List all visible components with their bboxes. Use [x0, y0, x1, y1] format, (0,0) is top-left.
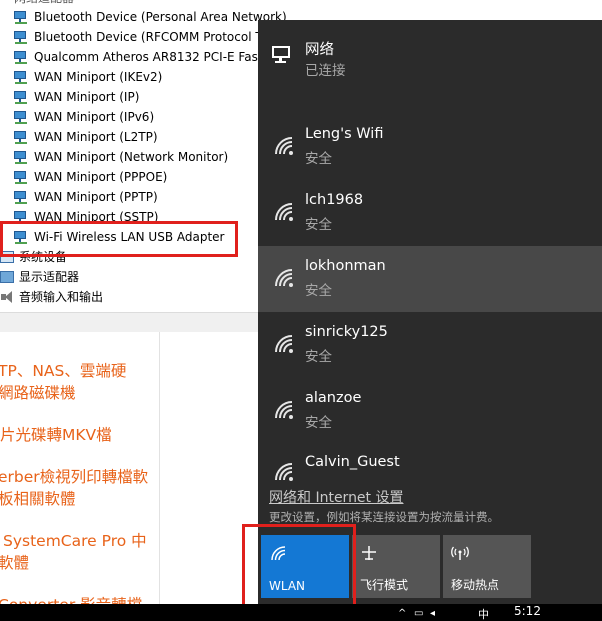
- wifi-name: Leng's Wifi: [305, 126, 384, 142]
- tray-chevron-icon[interactable]: ^: [398, 608, 406, 619]
- network-adapter-icon: [13, 30, 29, 44]
- device-manager-status-strip: [0, 312, 258, 332]
- web-link[interactable]: 板相關軟體: [0, 488, 76, 510]
- tree-item-adapter[interactable]: WAN Miniport (L2TP): [13, 127, 158, 147]
- wifi-network-item[interactable]: Leng's Wifi 安全: [258, 114, 602, 180]
- wifi-name: sinricky125: [305, 324, 388, 340]
- tree-item-adapter[interactable]: WAN Miniport (IKEv2): [13, 67, 162, 87]
- adapter-label: WAN Miniport (PPTP): [34, 190, 158, 204]
- network-adapter-icon: [13, 190, 29, 204]
- web-page-fragment: TP、NAS、雲端硬 網路磁碟機 片光碟轉MKV檔 erber檢視列印轉檔軟 板…: [0, 332, 258, 614]
- taskbar: ^ ▭ ◂ 中 5:12: [0, 604, 602, 621]
- tree-item-adapter[interactable]: WAN Miniport (PPPOE): [13, 167, 167, 187]
- tile-label: 移动热点: [451, 578, 500, 592]
- taskbar-clock[interactable]: 5:12: [514, 604, 541, 619]
- wired-status: 已连接: [305, 63, 346, 79]
- tray-volume-icon[interactable]: ◂: [430, 608, 435, 619]
- wifi-network-item[interactable]: Calvin_Guest: [258, 444, 602, 484]
- adapter-label: WAN Miniport (L2TP): [34, 130, 158, 144]
- web-link[interactable]: 軟體: [0, 552, 29, 574]
- highlight-box-adapter: [0, 221, 238, 257]
- tree-item-adapter[interactable]: Qualcomm Atheros AR8132 PCI-E Fast: [13, 47, 263, 67]
- tree-item-adapter[interactable]: WAN Miniport (IPv6): [13, 107, 154, 127]
- wifi-name: lch1968: [305, 192, 364, 208]
- adapter-label: WAN Miniport (PPPOE): [34, 170, 168, 184]
- wired-connection[interactable]: 网络 已连接: [258, 30, 602, 86]
- tree-item-adapter[interactable]: Bluetooth Device (Personal Area Network): [13, 7, 287, 27]
- wifi-network-item[interactable]: lokhonman 安全: [258, 246, 602, 312]
- web-link[interactable]: 片光碟轉MKV檔: [0, 424, 112, 446]
- wifi-network-item[interactable]: lch1968 安全: [258, 180, 602, 246]
- tree-item-adapter[interactable]: WAN Miniport (IP): [13, 87, 139, 107]
- web-link[interactable]: 網路磁碟機: [0, 382, 76, 404]
- network-flyout: 网络 已连接 Leng's Wifi 安全 lch1968 安全 lokhonm…: [258, 20, 602, 604]
- display-adapter-icon: [0, 271, 14, 283]
- network-adapter-icon: [13, 130, 29, 144]
- speaker-icon: [0, 290, 14, 304]
- wifi-signal-icon: [275, 269, 293, 287]
- airplane-mode-tile[interactable]: 飞行模式: [352, 535, 440, 598]
- wifi-security: 安全: [305, 283, 332, 299]
- network-adapter-icon: [13, 50, 29, 64]
- network-adapter-icon: [13, 170, 29, 184]
- network-adapter-icon: [13, 70, 29, 84]
- wifi-name: lokhonman: [305, 258, 386, 274]
- adapter-label: Bluetooth Device (RFCOMM Protocol T: [34, 30, 263, 44]
- wifi-security: 安全: [305, 217, 332, 233]
- tree-item-adapter[interactable]: WAN Miniport (Network Monitor): [13, 147, 228, 167]
- wifi-network-item[interactable]: sinricky125 安全: [258, 312, 602, 378]
- category-label: 显示适配器: [19, 270, 80, 284]
- tree-item-adapter[interactable]: WAN Miniport (PPTP): [13, 187, 158, 207]
- wifi-security: 安全: [305, 151, 332, 167]
- network-settings-description: 更改设置，例如将某连接设置为按流量计费。: [269, 510, 499, 524]
- network-adapter-icon: [13, 90, 29, 104]
- web-link[interactable]: erber檢視列印轉檔軟: [0, 466, 148, 488]
- wifi-signal-icon: [275, 137, 293, 155]
- ime-indicator[interactable]: 中: [478, 606, 489, 621]
- device-manager-tree: 网络适配器 Bluetooth Device (Personal Area Ne…: [0, 0, 287, 312]
- wired-name: 网络: [305, 42, 334, 58]
- adapter-label: Qualcomm Atheros AR8132 PCI-E Fast: [34, 50, 263, 64]
- tree-item-audio[interactable]: 音频输入和输出: [0, 287, 103, 307]
- adapter-label: WAN Miniport (IPv6): [34, 110, 155, 124]
- adapter-label: Bluetooth Device (Personal Area Network): [34, 10, 287, 24]
- adapter-label: WAN Miniport (IKEv2): [34, 70, 163, 84]
- adapter-label: WAN Miniport (IP): [34, 90, 140, 104]
- wifi-network-item[interactable]: alanzoe 安全: [258, 378, 602, 444]
- wifi-signal-icon: [275, 335, 293, 353]
- wifi-signal-icon: [275, 463, 293, 481]
- network-settings-link[interactable]: 网络和 Internet 设置: [269, 487, 404, 507]
- network-adapter-icon: [13, 150, 29, 164]
- wifi-name: alanzoe: [305, 390, 362, 406]
- divider: [159, 332, 160, 604]
- tree-item-adapter[interactable]: Bluetooth Device (RFCOMM Protocol T: [13, 27, 263, 47]
- web-link[interactable]: SystemCare Pro 中: [3, 530, 147, 552]
- network-adapter-icon: [13, 10, 29, 24]
- ethernet-pc-icon: [270, 44, 292, 64]
- tree-item-display-adapters[interactable]: 显示适配器: [0, 267, 79, 287]
- category-label: 音频输入和输出: [19, 290, 104, 304]
- wifi-security: 安全: [305, 349, 332, 365]
- tile-label: 飞行模式: [360, 578, 409, 592]
- mobile-hotspot-tile[interactable]: 移动热点: [443, 535, 531, 598]
- wifi-signal-icon: [275, 203, 293, 221]
- network-adapter-icon: [13, 110, 29, 124]
- web-link[interactable]: TP、NAS、雲端硬: [0, 360, 126, 382]
- adapter-label: WAN Miniport (Network Monitor): [34, 150, 229, 164]
- hotspot-icon: [451, 546, 469, 560]
- wifi-name: Calvin_Guest: [305, 454, 400, 470]
- tray-network-icon[interactable]: ▭: [414, 608, 423, 619]
- airplane-icon: [362, 546, 376, 560]
- wifi-security: 安全: [305, 415, 332, 431]
- wifi-signal-icon: [275, 401, 293, 419]
